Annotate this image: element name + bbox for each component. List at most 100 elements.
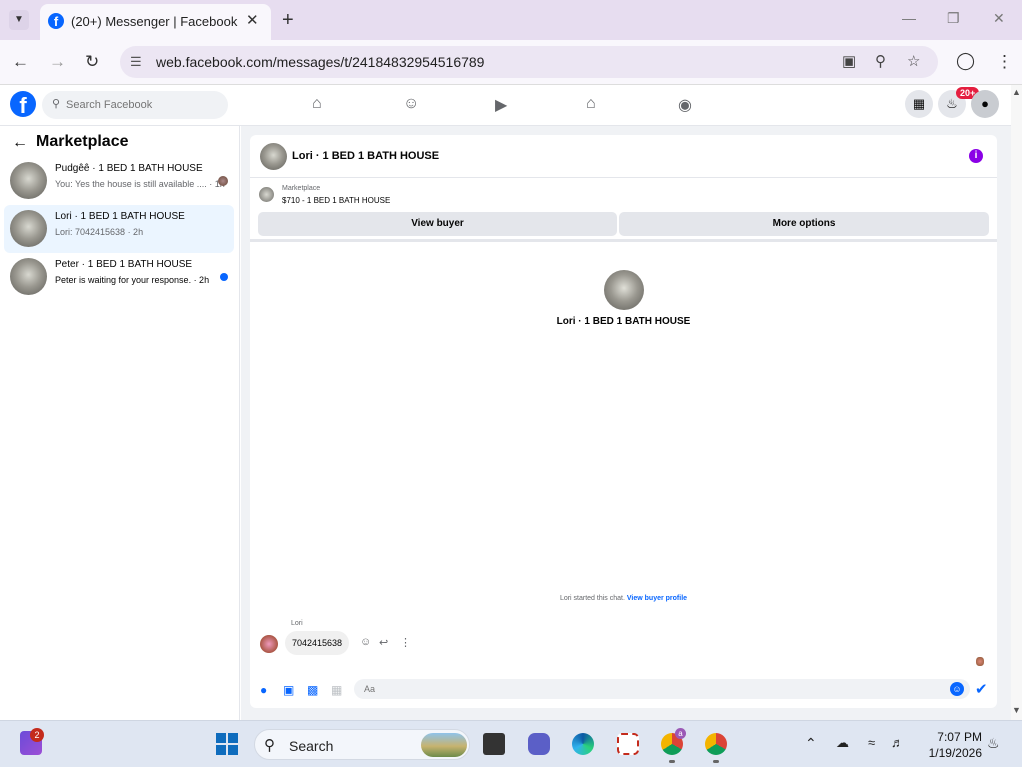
facebook-header: f ⚲ ⌂ ☺ ▶ ⌂ ◉ ▦ ♨ 20+ ● (0, 85, 1022, 126)
listing-thumbnail (259, 187, 274, 202)
clock-time[interactable]: 7:07 PM (920, 730, 982, 744)
reply-icon[interactable]: ↩ (379, 636, 388, 649)
restore-icon[interactable]: ❐ (947, 10, 960, 27)
facebook-logo-icon[interactable]: f (10, 91, 36, 117)
video-icon[interactable]: ▶ (495, 95, 507, 115)
photo-icon[interactable]: ▣ (283, 683, 294, 697)
search-icon: ⚲ (52, 98, 61, 110)
menu-grid-icon[interactable]: ▦ (905, 90, 933, 118)
back-arrow-icon[interactable]: ← (12, 134, 28, 152)
taskbar-search[interactable]: ⚲ Search (254, 729, 470, 760)
conversation-sidebar: ← Marketplace Pudgêê · 1 BED 1 BATH HOUS… (0, 126, 240, 720)
profile-icon[interactable]: ◯ (956, 51, 975, 71)
browser-titlebar: ▼ f (20+) Messenger | Facebook ✕ + — ❐ ✕ (0, 0, 1022, 40)
account-avatar-icon[interactable]: ● (971, 90, 999, 118)
omnibox[interactable]: ☰ web.facebook.com/messages/t/2418483295… (120, 46, 938, 78)
view-buyer-profile-link[interactable]: View buyer profile (627, 595, 687, 602)
running-indicator (669, 760, 675, 763)
avatar (10, 258, 47, 295)
wifi-icon[interactable]: ≈ (868, 735, 875, 750)
cloud-off-icon[interactable]: ☁ (836, 735, 849, 751)
back-icon[interactable]: ← (12, 52, 29, 72)
chat-panel: Lori · 1 BED 1 BATH HOUSE i Marketplace … (250, 135, 997, 708)
facebook-search[interactable]: ⚲ (42, 91, 228, 119)
conversation-lori[interactable]: Lori · 1 BED 1 BATH HOUSE Lori: 70424156… (4, 205, 234, 253)
marketplace-icon[interactable]: ⌂ (586, 95, 596, 113)
listing-price[interactable]: $710 - 1 BED 1 BATH HOUSE (282, 196, 390, 205)
scroll-up-icon[interactable]: ▲ (1012, 87, 1021, 97)
avatar[interactable] (260, 635, 278, 653)
reload-icon[interactable]: ↻ (85, 52, 99, 72)
sticker-icon[interactable]: ▩ (307, 683, 318, 697)
notification-bell-icon[interactable]: ♨ (987, 735, 1000, 752)
site-info-icon[interactable]: ☰ (130, 54, 142, 70)
gaming-icon[interactable]: ◉ (678, 95, 692, 115)
menu-dots-icon[interactable]: ⋮ (996, 52, 1013, 72)
url-text[interactable]: web.facebook.com/messages/t/241848329545… (156, 54, 484, 70)
chrome-icon[interactable] (705, 733, 727, 755)
chat-started-note: Lori started this chat. View buyer profi… (250, 595, 997, 602)
view-buyer-button[interactable]: View buyer (258, 212, 617, 236)
more-options-button[interactable]: More options (619, 212, 989, 236)
conversation-snippet: Lori: 7042415638 · 2h (55, 227, 144, 237)
close-icon[interactable]: ✕ (246, 11, 259, 29)
conversation-name: Pudgêê · 1 BED 1 BATH HOUSE (55, 163, 203, 174)
friends-icon[interactable]: ☺ (403, 95, 419, 113)
address-bar-row: ← → ↻ ☰ web.facebook.com/messages/t/2418… (0, 40, 1022, 85)
taskbar-search-label: Search (289, 738, 334, 754)
widgets-badge: 2 (30, 728, 44, 742)
snipping-tool-icon[interactable] (617, 733, 639, 755)
search-highlight-image (421, 733, 467, 757)
conversation-pudgee[interactable]: Pudgêê · 1 BED 1 BATH HOUSE You: Yes the… (4, 157, 234, 205)
windows-taskbar: 2 ⚲ Search a ⌃ ☁ ≈ ♬ 7:07 PM 1/19/2026 ♨ (0, 720, 1022, 767)
sidebar-title: Marketplace (36, 133, 129, 150)
close-window-icon[interactable]: ✕ (993, 10, 1005, 27)
unread-dot-icon (220, 273, 228, 281)
more-icon[interactable]: ⋮ (400, 636, 411, 649)
zoom-icon[interactable]: ⚲ (875, 52, 886, 70)
emoji-icon[interactable]: ☺ (950, 682, 964, 696)
search-input[interactable] (66, 96, 221, 114)
message-composer[interactable]: ☺ (354, 679, 970, 699)
facebook-favicon-icon: f (48, 13, 64, 29)
conversation-name: Lori · 1 BED 1 BATH HOUSE (55, 211, 185, 222)
avatar[interactable] (604, 270, 644, 310)
seen-avatar-icon (976, 657, 984, 666)
clock-date[interactable]: 1/19/2026 (920, 746, 982, 760)
avatar (10, 210, 47, 247)
chat-header: Lori · 1 BED 1 BATH HOUSE i (250, 135, 997, 178)
chrome-profile-badge: a (675, 728, 686, 739)
info-icon[interactable]: i (969, 149, 983, 163)
message-input[interactable] (364, 682, 944, 696)
windows-start-icon[interactable] (216, 733, 238, 755)
browser-tab[interactable]: f (20+) Messenger | Facebook ✕ (40, 4, 271, 40)
avatar[interactable] (260, 143, 287, 170)
star-icon[interactable]: ☆ (907, 52, 920, 70)
tab-title: (20+) Messenger | Facebook (71, 14, 238, 29)
volume-icon[interactable]: ♬ (891, 735, 904, 750)
avatar (10, 162, 47, 199)
react-icon[interactable]: ☺ (360, 636, 371, 648)
chevron-up-icon[interactable]: ⌃ (805, 735, 817, 752)
chat-title[interactable]: Lori · 1 BED 1 BATH HOUSE (292, 150, 439, 162)
message-bubble[interactable]: 7042415638 (285, 631, 350, 655)
chat-center-name: Lori · 1 BED 1 BATH HOUSE (556, 316, 691, 327)
thumbs-up-icon[interactable]: ✔ (975, 680, 988, 698)
conversation-peter[interactable]: Peter · 1 BED 1 BATH HOUSE Peter is wait… (4, 253, 234, 301)
install-app-icon[interactable]: ▣ (842, 52, 856, 70)
teams-icon[interactable] (528, 733, 550, 755)
home-icon[interactable]: ⌂ (312, 95, 322, 113)
gif-icon[interactable]: ▦ (331, 683, 342, 697)
tab-menu-icon[interactable]: ▼ (9, 10, 29, 30)
page-scrollbar[interactable]: ▲ ▼ (1011, 85, 1022, 720)
minimize-icon[interactable]: — (902, 10, 916, 26)
conversation-name: Peter · 1 BED 1 BATH HOUSE (55, 259, 193, 270)
forward-icon[interactable]: → (49, 52, 66, 72)
microphone-icon[interactable]: ● (260, 683, 267, 697)
plus-icon[interactable]: + (282, 9, 294, 32)
started-text: Lori started this chat. (559, 595, 625, 602)
edge-icon[interactable] (572, 733, 594, 755)
seen-avatar-icon (218, 176, 228, 186)
task-view-icon[interactable] (483, 733, 505, 755)
scroll-down-icon[interactable]: ▼ (1012, 705, 1021, 715)
